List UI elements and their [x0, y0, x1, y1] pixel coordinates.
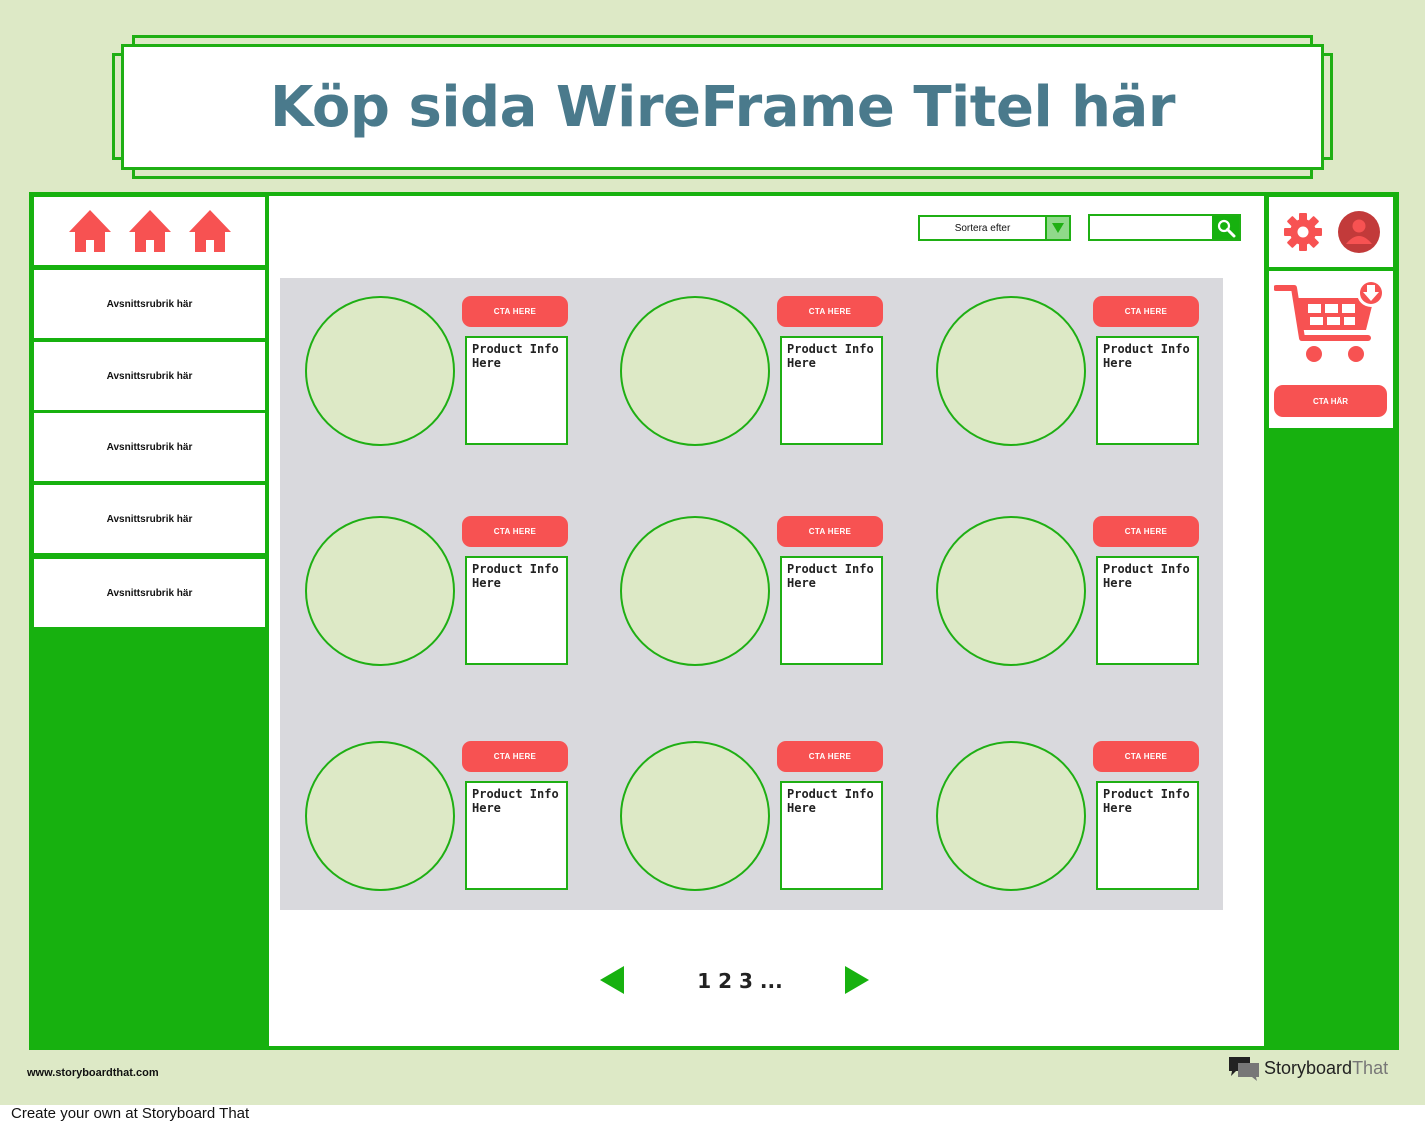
sidebar-item-label: Avsnittsrubrik här [106, 513, 193, 525]
sort-dropdown[interactable]: Sortera efter [918, 215, 1071, 241]
product-card: CTA HERE Product Info Here [305, 741, 575, 893]
brand-name-thin: That [1352, 1057, 1389, 1078]
product-info: Product Info Here [1096, 556, 1199, 665]
arrow-left-icon[interactable] [600, 966, 624, 994]
site-url[interactable]: www.storyboardthat.com [27, 1067, 159, 1079]
sidebar-item[interactable]: Avsnittsrubrik här [34, 270, 265, 338]
sidebar-item[interactable]: Avsnittsrubrik här [34, 413, 265, 481]
product-cta-button[interactable]: CTA HERE [462, 516, 568, 547]
product-cta-button[interactable]: CTA HERE [777, 516, 883, 547]
brand-logo: StoryboardThat [1228, 1055, 1388, 1081]
product-cta-button[interactable]: CTA HERE [777, 741, 883, 772]
product-image[interactable] [936, 296, 1086, 446]
pagination-pages[interactable]: 1 2 3 ... [690, 968, 790, 994]
user-controls [1269, 197, 1393, 267]
home-icon[interactable] [187, 208, 233, 254]
cart-cta-button[interactable]: CTA HÄR [1274, 385, 1387, 417]
sidebar-item-label: Avsnittsrubrik här [106, 441, 193, 453]
brand-name-bold: Storyboard [1264, 1057, 1353, 1078]
product-image[interactable] [620, 516, 770, 666]
title-banner: Köp sida WireFrame Titel här [121, 44, 1324, 170]
product-cta-button[interactable]: CTA HERE [1093, 516, 1199, 547]
sidebar-item-label: Avsnittsrubrik här [106, 370, 193, 382]
product-image[interactable] [620, 741, 770, 891]
product-image[interactable] [936, 516, 1086, 666]
product-cta-button[interactable]: CTA HERE [1093, 741, 1199, 772]
arrow-right-icon[interactable] [845, 966, 869, 994]
product-card: CTA HERE Product Info Here [620, 516, 890, 668]
product-info: Product Info Here [780, 556, 883, 665]
product-info: Product Info Here [465, 781, 568, 890]
storyboard-logo-icon [1229, 1057, 1259, 1081]
create-link[interactable]: Create your own at Storyboard That [11, 1105, 249, 1122]
sidebar-item[interactable]: Avsnittsrubrik här [34, 342, 265, 410]
search-button[interactable] [1212, 216, 1239, 239]
user-avatar-icon[interactable] [1337, 210, 1381, 254]
product-cta-button[interactable]: CTA HERE [1093, 296, 1199, 327]
product-card: CTA HERE Product Info Here [305, 516, 575, 668]
product-info: Product Info Here [465, 556, 568, 665]
product-cta-button[interactable]: CTA HERE [777, 296, 883, 327]
product-info: Product Info Here [780, 781, 883, 890]
product-card: CTA HERE Product Info Here [620, 296, 890, 448]
product-grid: CTA HERE Product Info Here CTA HERE Prod… [280, 278, 1223, 910]
product-info: Product Info Here [1096, 781, 1199, 890]
brand-name: StoryboardThat [1264, 1058, 1388, 1079]
sort-dropdown-button[interactable] [1045, 217, 1069, 239]
product-image[interactable] [620, 296, 770, 446]
product-info: Product Info Here [465, 336, 568, 445]
sidebar-item-label: Avsnittsrubrik här [106, 587, 193, 599]
product-card: CTA HERE Product Info Here [936, 741, 1206, 893]
search-input[interactable] [1090, 216, 1214, 239]
shopping-cart-icon[interactable] [1274, 276, 1386, 368]
sort-dropdown-label: Sortera efter [954, 222, 1011, 234]
search-icon [1217, 219, 1235, 237]
product-card: CTA HERE Product Info Here [620, 741, 890, 893]
product-card: CTA HERE Product Info Here [305, 296, 575, 448]
product-card: CTA HERE Product Info Here [936, 516, 1206, 668]
sidebar-item-label: Avsnittsrubrik här [106, 298, 193, 310]
product-image[interactable] [305, 741, 455, 891]
sidebar-item[interactable]: Avsnittsrubrik här [34, 559, 265, 627]
sidebar-item[interactable]: Avsnittsrubrik här [34, 485, 265, 553]
home-icon[interactable] [67, 208, 113, 254]
product-image[interactable] [936, 741, 1086, 891]
search-box [1088, 214, 1241, 241]
home-nav [34, 197, 265, 265]
product-image[interactable] [305, 516, 455, 666]
cart-panel: CTA HÄR [1269, 271, 1393, 428]
product-cta-button[interactable]: CTA HERE [462, 296, 568, 327]
settings-gear-icon[interactable] [1282, 211, 1324, 253]
product-image[interactable] [305, 296, 455, 446]
product-card: CTA HERE Product Info Here [936, 296, 1206, 448]
product-info: Product Info Here [1096, 336, 1199, 445]
home-icon[interactable] [127, 208, 173, 254]
product-cta-button[interactable]: CTA HERE [462, 741, 568, 772]
page-title: Köp sida WireFrame Titel här [270, 74, 1175, 140]
chevron-down-icon [1052, 223, 1064, 233]
product-info: Product Info Here [780, 336, 883, 445]
